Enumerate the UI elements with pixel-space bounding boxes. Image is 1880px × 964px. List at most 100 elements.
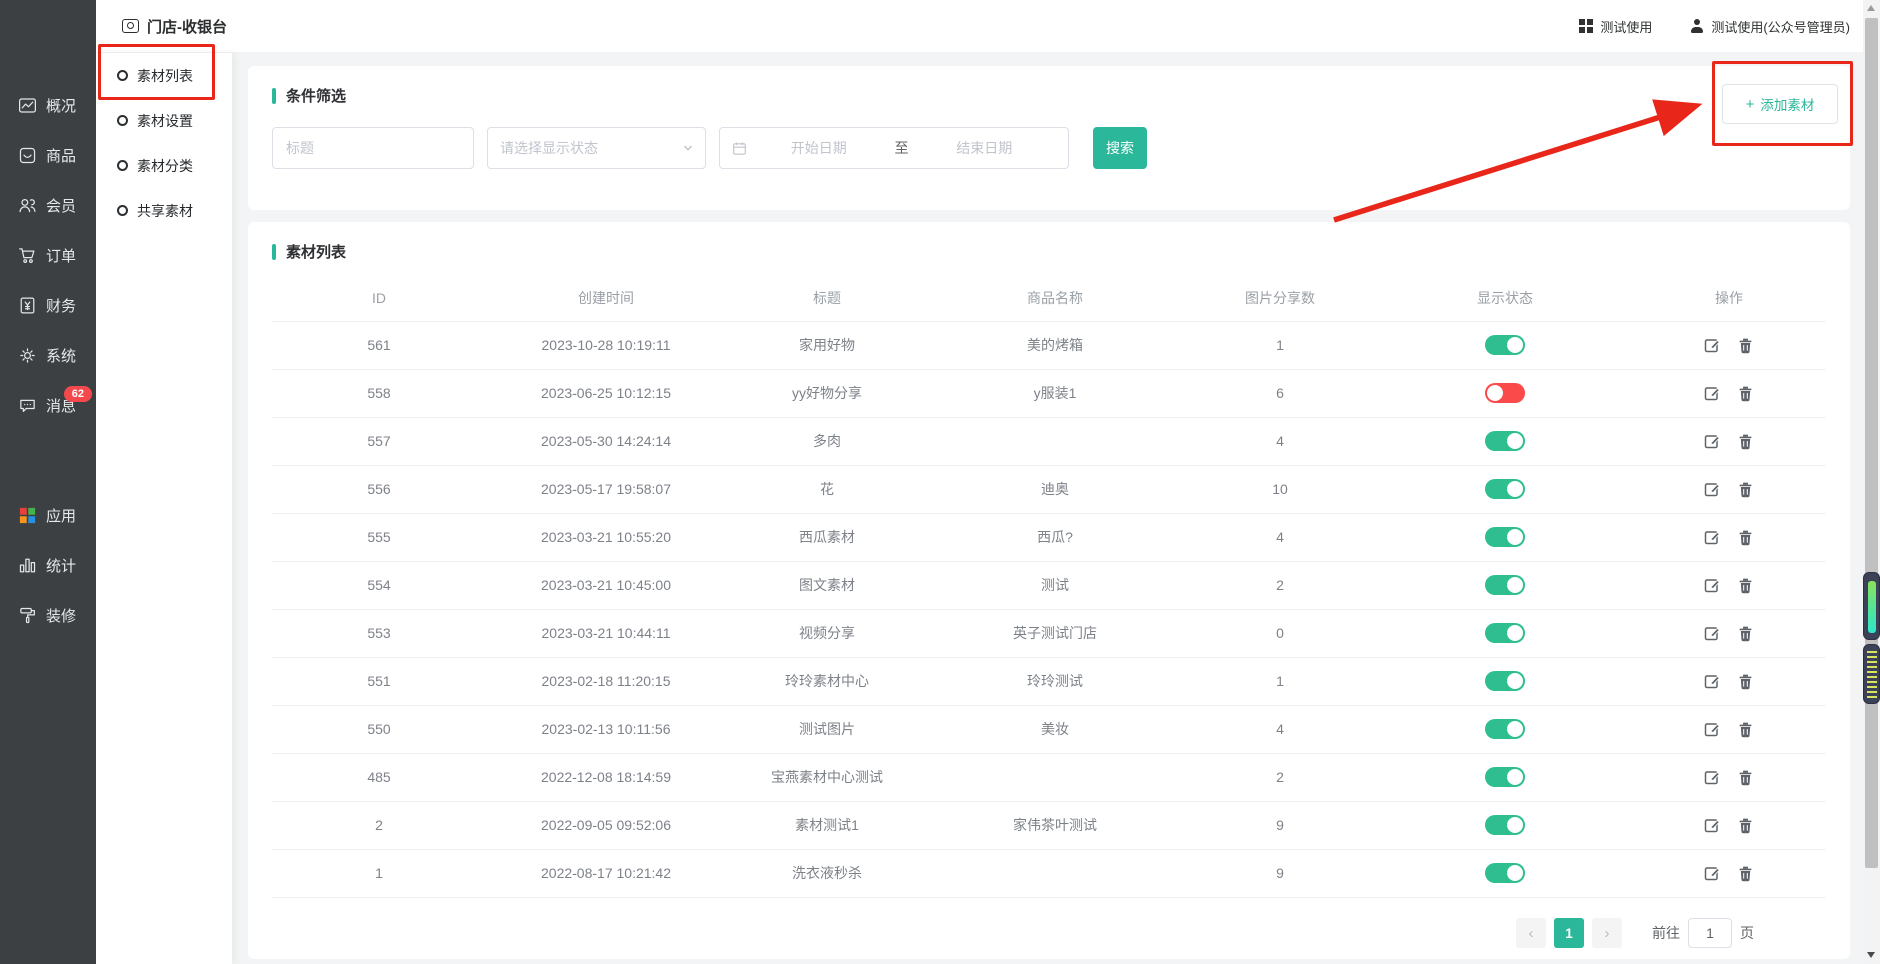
scroll-down-arrow-icon[interactable]: [1867, 952, 1875, 958]
delete-icon[interactable]: [1737, 625, 1754, 642]
scroll-up-arrow-icon[interactable]: [1867, 5, 1875, 11]
cell-product-name: 家伟茶叶测试: [928, 801, 1182, 849]
display-status-toggle[interactable]: [1485, 623, 1525, 643]
display-status-toggle[interactable]: [1485, 815, 1525, 835]
radio-circle-icon: [117, 205, 128, 216]
display-status-toggle[interactable]: [1485, 479, 1525, 499]
next-page-button[interactable]: ›: [1592, 918, 1622, 948]
edit-icon[interactable]: [1704, 337, 1721, 354]
delete-icon[interactable]: [1737, 529, 1754, 546]
scrollbar-thumb[interactable]: [1865, 18, 1878, 868]
edit-icon[interactable]: [1704, 625, 1721, 642]
edit-icon[interactable]: [1704, 769, 1721, 786]
cell-display-status: [1378, 369, 1632, 417]
submenu-item-1[interactable]: 素材列表: [96, 53, 232, 98]
display-status-select[interactable]: 请选择显示状态: [487, 127, 706, 169]
sidebar-item-stats[interactable]: 统计: [0, 540, 96, 590]
user-menu[interactable]: 测试使用(公众号管理员): [1690, 17, 1850, 36]
edit-icon[interactable]: [1704, 865, 1721, 882]
search-button[interactable]: 搜索: [1093, 127, 1147, 169]
add-material-button[interactable]: + 添加素材: [1722, 84, 1838, 124]
display-status-toggle[interactable]: [1485, 719, 1525, 739]
delete-icon[interactable]: [1737, 433, 1754, 450]
cell-share-count: 1: [1182, 321, 1378, 369]
display-status-toggle[interactable]: [1485, 383, 1525, 403]
end-date-placeholder: 结束日期: [913, 138, 1057, 158]
sidebar-item-orders[interactable]: 订单: [0, 230, 96, 280]
edit-icon[interactable]: [1704, 577, 1721, 594]
edit-icon[interactable]: [1704, 481, 1721, 498]
sidebar-item-system[interactable]: 系统: [0, 330, 96, 380]
col-shares: 图片分享数: [1182, 275, 1378, 321]
display-status-toggle[interactable]: [1485, 767, 1525, 787]
sidebar-item-goods[interactable]: 商品: [0, 130, 96, 180]
workspace-switcher[interactable]: 测试使用: [1579, 17, 1652, 36]
material-submenu: 素材列表 素材设置 素材分类 共享素材: [96, 53, 232, 964]
cell-actions: [1632, 657, 1826, 705]
cell-display-status: [1378, 561, 1632, 609]
edit-icon[interactable]: [1704, 721, 1721, 738]
sidebar-item-finance[interactable]: 财务: [0, 280, 96, 330]
cell-created-time: 2023-05-30 14:24:14: [486, 417, 726, 465]
cell-id: 554: [272, 561, 486, 609]
table-row: 558 2023-06-25 10:12:15 yy好物分享 y服装1 6: [272, 369, 1826, 417]
edit-icon[interactable]: [1704, 817, 1721, 834]
edit-icon[interactable]: [1704, 529, 1721, 546]
delete-icon[interactable]: [1737, 769, 1754, 786]
display-status-toggle[interactable]: [1485, 335, 1525, 355]
table-row: 561 2023-10-28 10:19:11 家用好物 美的烤箱 1: [272, 321, 1826, 369]
edit-icon[interactable]: [1704, 433, 1721, 450]
cell-display-status: [1378, 513, 1632, 561]
sidebar-item-label: 财务: [46, 295, 76, 316]
cell-created-time: 2022-09-05 09:52:06: [486, 801, 726, 849]
sidebar-item-label: 系统: [46, 345, 76, 366]
title-filter-input[interactable]: [272, 127, 474, 169]
page-1-button[interactable]: 1: [1554, 918, 1584, 948]
sidebar-item-overview[interactable]: 概况: [0, 80, 96, 130]
cell-title: 花: [726, 465, 928, 513]
edit-icon[interactable]: [1704, 385, 1721, 402]
submenu-item-3[interactable]: 素材分类: [96, 143, 232, 188]
table-header-row: ID 创建时间 标题 商品名称 图片分享数 显示状态 操作: [272, 275, 1826, 321]
delete-icon[interactable]: [1737, 385, 1754, 402]
list-section-title: 素材列表: [286, 241, 346, 262]
sidebar-tool-group: 应用 统计 装修: [0, 490, 96, 640]
display-status-toggle[interactable]: [1485, 527, 1525, 547]
delete-icon[interactable]: [1737, 577, 1754, 594]
sidebar-item-apps[interactable]: 应用: [0, 490, 96, 540]
system-icon: [17, 345, 37, 365]
delete-icon[interactable]: [1737, 865, 1754, 882]
delete-icon[interactable]: [1737, 481, 1754, 498]
display-status-toggle[interactable]: [1485, 863, 1525, 883]
delete-icon[interactable]: [1737, 673, 1754, 690]
delete-icon[interactable]: [1737, 337, 1754, 354]
sidebar-item-members[interactable]: 会员: [0, 180, 96, 230]
prev-page-button[interactable]: ‹: [1516, 918, 1546, 948]
cell-share-count: 1: [1182, 657, 1378, 705]
cell-actions: [1632, 561, 1826, 609]
sidebar-item-decorate[interactable]: 装修: [0, 590, 96, 640]
cell-share-count: 0: [1182, 609, 1378, 657]
submenu-item-label: 素材列表: [137, 66, 193, 86]
goto-page-input[interactable]: [1688, 918, 1732, 948]
user-label: 测试使用(公众号管理员): [1711, 17, 1850, 36]
submenu-item-4[interactable]: 共享素材: [96, 188, 232, 233]
sidebar-item-messages[interactable]: 消息 62: [0, 380, 96, 430]
date-range-picker[interactable]: 开始日期 至 结束日期: [719, 127, 1069, 169]
col-id: ID: [272, 275, 486, 321]
display-status-toggle[interactable]: [1485, 431, 1525, 451]
edit-icon[interactable]: [1704, 673, 1721, 690]
display-status-toggle[interactable]: [1485, 575, 1525, 595]
submenu-item-2[interactable]: 素材设置: [96, 98, 232, 143]
delete-icon[interactable]: [1737, 817, 1754, 834]
cell-created-time: 2022-12-08 18:14:59: [486, 753, 726, 801]
display-status-toggle[interactable]: [1485, 671, 1525, 691]
primary-sidebar: 概况 商品 会员 订单 财务 系统 消息 62 应用 统计 装修: [0, 0, 96, 964]
overview-icon: [17, 95, 37, 115]
cell-created-time: 2023-02-13 10:11:56: [486, 705, 726, 753]
cell-share-count: 2: [1182, 561, 1378, 609]
date-separator: 至: [891, 138, 913, 158]
delete-icon[interactable]: [1737, 721, 1754, 738]
cell-actions: [1632, 849, 1826, 897]
cell-share-count: 9: [1182, 801, 1378, 849]
